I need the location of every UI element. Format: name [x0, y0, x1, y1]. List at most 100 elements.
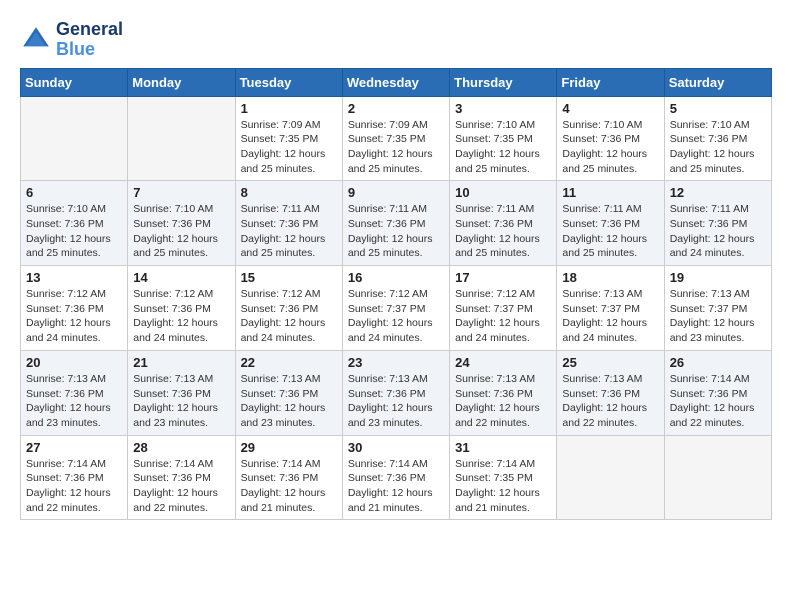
- day-info: Sunrise: 7:12 AMSunset: 7:36 PMDaylight:…: [133, 287, 229, 346]
- logo: General Blue: [20, 20, 123, 60]
- calendar-cell: 26 Sunrise: 7:14 AMSunset: 7:36 PMDaylig…: [664, 350, 771, 435]
- logo-text: General Blue: [56, 20, 123, 60]
- day-header-tuesday: Tuesday: [235, 68, 342, 96]
- calendar-cell: 24 Sunrise: 7:13 AMSunset: 7:36 PMDaylig…: [450, 350, 557, 435]
- day-info: Sunrise: 7:09 AMSunset: 7:35 PMDaylight:…: [241, 118, 337, 177]
- calendar-cell: 5 Sunrise: 7:10 AMSunset: 7:36 PMDayligh…: [664, 96, 771, 181]
- day-info: Sunrise: 7:11 AMSunset: 7:36 PMDaylight:…: [348, 202, 444, 261]
- day-info: Sunrise: 7:14 AMSunset: 7:35 PMDaylight:…: [455, 457, 551, 516]
- day-number: 9: [348, 185, 444, 200]
- day-number: 20: [26, 355, 122, 370]
- day-number: 21: [133, 355, 229, 370]
- calendar-cell: 25 Sunrise: 7:13 AMSunset: 7:36 PMDaylig…: [557, 350, 664, 435]
- day-header-saturday: Saturday: [664, 68, 771, 96]
- day-number: 29: [241, 440, 337, 455]
- day-number: 11: [562, 185, 658, 200]
- day-number: 6: [26, 185, 122, 200]
- day-number: 1: [241, 101, 337, 116]
- logo-icon: [20, 24, 52, 56]
- day-info: Sunrise: 7:12 AMSunset: 7:36 PMDaylight:…: [241, 287, 337, 346]
- day-info: Sunrise: 7:13 AMSunset: 7:37 PMDaylight:…: [670, 287, 766, 346]
- day-number: 31: [455, 440, 551, 455]
- day-info: Sunrise: 7:10 AMSunset: 7:36 PMDaylight:…: [133, 202, 229, 261]
- day-number: 14: [133, 270, 229, 285]
- day-number: 13: [26, 270, 122, 285]
- calendar-cell: 7 Sunrise: 7:10 AMSunset: 7:36 PMDayligh…: [128, 181, 235, 266]
- day-info: Sunrise: 7:12 AMSunset: 7:36 PMDaylight:…: [26, 287, 122, 346]
- day-number: 5: [670, 101, 766, 116]
- day-info: Sunrise: 7:13 AMSunset: 7:36 PMDaylight:…: [133, 372, 229, 431]
- calendar-cell: 4 Sunrise: 7:10 AMSunset: 7:36 PMDayligh…: [557, 96, 664, 181]
- day-number: 30: [348, 440, 444, 455]
- day-header-sunday: Sunday: [21, 68, 128, 96]
- day-info: Sunrise: 7:11 AMSunset: 7:36 PMDaylight:…: [670, 202, 766, 261]
- day-header-thursday: Thursday: [450, 68, 557, 96]
- day-info: Sunrise: 7:11 AMSunset: 7:36 PMDaylight:…: [241, 202, 337, 261]
- day-number: 17: [455, 270, 551, 285]
- calendar-cell: 14 Sunrise: 7:12 AMSunset: 7:36 PMDaylig…: [128, 266, 235, 351]
- day-number: 23: [348, 355, 444, 370]
- day-header-wednesday: Wednesday: [342, 68, 449, 96]
- calendar-week-4: 20 Sunrise: 7:13 AMSunset: 7:36 PMDaylig…: [21, 350, 772, 435]
- day-info: Sunrise: 7:14 AMSunset: 7:36 PMDaylight:…: [26, 457, 122, 516]
- day-number: 22: [241, 355, 337, 370]
- day-number: 16: [348, 270, 444, 285]
- calendar-cell: 16 Sunrise: 7:12 AMSunset: 7:37 PMDaylig…: [342, 266, 449, 351]
- day-info: Sunrise: 7:14 AMSunset: 7:36 PMDaylight:…: [133, 457, 229, 516]
- calendar-cell: 12 Sunrise: 7:11 AMSunset: 7:36 PMDaylig…: [664, 181, 771, 266]
- day-number: 24: [455, 355, 551, 370]
- calendar-cell: 27 Sunrise: 7:14 AMSunset: 7:36 PMDaylig…: [21, 435, 128, 520]
- day-info: Sunrise: 7:13 AMSunset: 7:36 PMDaylight:…: [348, 372, 444, 431]
- calendar-cell: 3 Sunrise: 7:10 AMSunset: 7:35 PMDayligh…: [450, 96, 557, 181]
- day-info: Sunrise: 7:14 AMSunset: 7:36 PMDaylight:…: [241, 457, 337, 516]
- day-info: Sunrise: 7:13 AMSunset: 7:36 PMDaylight:…: [26, 372, 122, 431]
- day-number: 26: [670, 355, 766, 370]
- calendar-cell: 6 Sunrise: 7:10 AMSunset: 7:36 PMDayligh…: [21, 181, 128, 266]
- day-number: 27: [26, 440, 122, 455]
- calendar-week-3: 13 Sunrise: 7:12 AMSunset: 7:36 PMDaylig…: [21, 266, 772, 351]
- calendar-cell: 28 Sunrise: 7:14 AMSunset: 7:36 PMDaylig…: [128, 435, 235, 520]
- day-info: Sunrise: 7:13 AMSunset: 7:37 PMDaylight:…: [562, 287, 658, 346]
- page-header: General Blue: [20, 20, 772, 60]
- day-info: Sunrise: 7:10 AMSunset: 7:35 PMDaylight:…: [455, 118, 551, 177]
- day-info: Sunrise: 7:10 AMSunset: 7:36 PMDaylight:…: [562, 118, 658, 177]
- day-info: Sunrise: 7:12 AMSunset: 7:37 PMDaylight:…: [348, 287, 444, 346]
- calendar-cell: 17 Sunrise: 7:12 AMSunset: 7:37 PMDaylig…: [450, 266, 557, 351]
- calendar-week-2: 6 Sunrise: 7:10 AMSunset: 7:36 PMDayligh…: [21, 181, 772, 266]
- calendar-cell: 21 Sunrise: 7:13 AMSunset: 7:36 PMDaylig…: [128, 350, 235, 435]
- day-number: 8: [241, 185, 337, 200]
- day-number: 19: [670, 270, 766, 285]
- day-number: 4: [562, 101, 658, 116]
- day-number: 25: [562, 355, 658, 370]
- calendar-cell: 30 Sunrise: 7:14 AMSunset: 7:36 PMDaylig…: [342, 435, 449, 520]
- calendar-cell: [128, 96, 235, 181]
- day-header-friday: Friday: [557, 68, 664, 96]
- day-number: 12: [670, 185, 766, 200]
- calendar-cell: 29 Sunrise: 7:14 AMSunset: 7:36 PMDaylig…: [235, 435, 342, 520]
- day-info: Sunrise: 7:12 AMSunset: 7:37 PMDaylight:…: [455, 287, 551, 346]
- calendar-cell: 20 Sunrise: 7:13 AMSunset: 7:36 PMDaylig…: [21, 350, 128, 435]
- day-number: 2: [348, 101, 444, 116]
- day-header-monday: Monday: [128, 68, 235, 96]
- calendar-cell: [21, 96, 128, 181]
- calendar-cell: 2 Sunrise: 7:09 AMSunset: 7:35 PMDayligh…: [342, 96, 449, 181]
- calendar-table: SundayMondayTuesdayWednesdayThursdayFrid…: [20, 68, 772, 521]
- day-info: Sunrise: 7:13 AMSunset: 7:36 PMDaylight:…: [562, 372, 658, 431]
- calendar-cell: 11 Sunrise: 7:11 AMSunset: 7:36 PMDaylig…: [557, 181, 664, 266]
- day-info: Sunrise: 7:09 AMSunset: 7:35 PMDaylight:…: [348, 118, 444, 177]
- day-info: Sunrise: 7:11 AMSunset: 7:36 PMDaylight:…: [455, 202, 551, 261]
- day-info: Sunrise: 7:13 AMSunset: 7:36 PMDaylight:…: [455, 372, 551, 431]
- day-info: Sunrise: 7:14 AMSunset: 7:36 PMDaylight:…: [348, 457, 444, 516]
- calendar-cell: 23 Sunrise: 7:13 AMSunset: 7:36 PMDaylig…: [342, 350, 449, 435]
- calendar-cell: 10 Sunrise: 7:11 AMSunset: 7:36 PMDaylig…: [450, 181, 557, 266]
- calendar-cell: 22 Sunrise: 7:13 AMSunset: 7:36 PMDaylig…: [235, 350, 342, 435]
- calendar-cell: 1 Sunrise: 7:09 AMSunset: 7:35 PMDayligh…: [235, 96, 342, 181]
- calendar-cell: [557, 435, 664, 520]
- calendar-cell: 31 Sunrise: 7:14 AMSunset: 7:35 PMDaylig…: [450, 435, 557, 520]
- calendar-cell: [664, 435, 771, 520]
- day-number: 28: [133, 440, 229, 455]
- calendar-header-row: SundayMondayTuesdayWednesdayThursdayFrid…: [21, 68, 772, 96]
- day-info: Sunrise: 7:10 AMSunset: 7:36 PMDaylight:…: [26, 202, 122, 261]
- calendar-cell: 9 Sunrise: 7:11 AMSunset: 7:36 PMDayligh…: [342, 181, 449, 266]
- calendar-week-1: 1 Sunrise: 7:09 AMSunset: 7:35 PMDayligh…: [21, 96, 772, 181]
